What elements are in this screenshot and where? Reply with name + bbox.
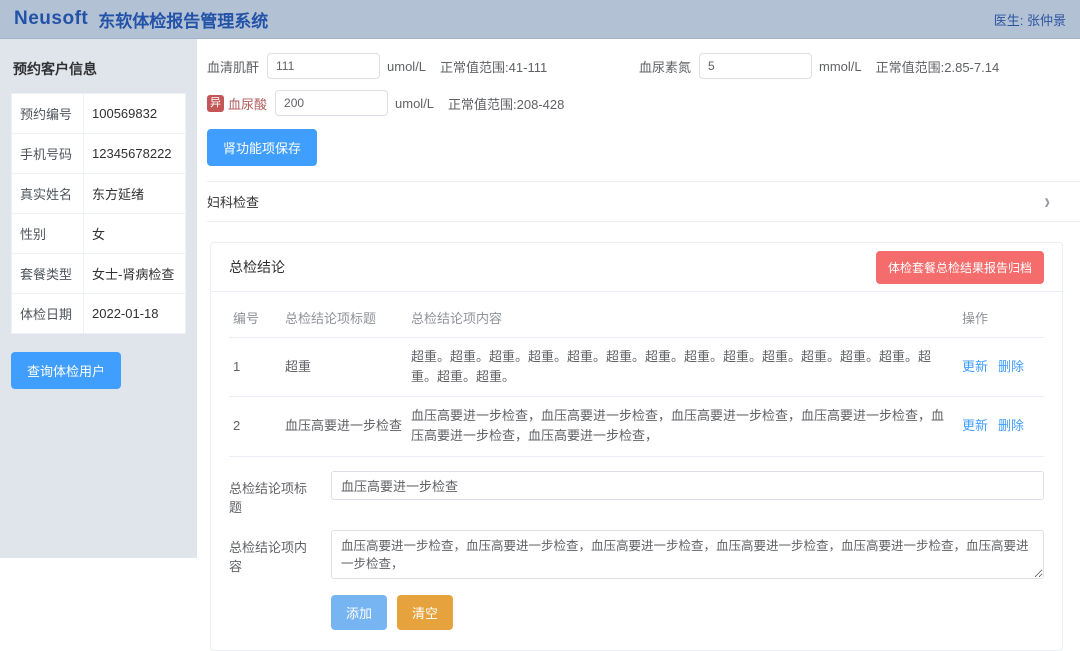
table-row: 预约编号 100569832 [12, 94, 186, 134]
lab-label: 血清肌酐 [207, 57, 259, 76]
app-title: 东软体检报告管理系统 [98, 7, 268, 32]
conclusion-item-title: 血压高要进一步检查 [281, 397, 407, 456]
field-label: 预约编号 [12, 94, 84, 134]
content-area: 预约客户信息 预约编号 100569832 手机号码 12345678222 真… [0, 39, 1080, 558]
gyn-exam-collapse-header[interactable]: 妇科检查 › [207, 181, 1080, 222]
field-label: 性别 [12, 214, 84, 254]
kidney-lab-section: 血清肌酐 umol/L 正常值范围:41-111 血尿素氮 mmol/L 正常值… [207, 53, 1080, 116]
brand-logo: Neusoft [14, 8, 88, 30]
lab-item-blood-uric-acid: 异 血尿酸 umol/L 正常值范围:208-428 [207, 90, 639, 116]
update-link[interactable]: 更新 [962, 418, 988, 433]
sidebar-title: 预约客户信息 [13, 59, 186, 79]
conclusion-title-input[interactable] [331, 471, 1044, 500]
lab-item-serum-creatinine: 血清肌酐 umol/L 正常值范围:41-111 [207, 53, 639, 79]
doctor-label: 医生: 张仲景 [994, 10, 1066, 29]
table-row: 手机号码 12345678222 [12, 134, 186, 174]
sidebar: 预约客户信息 预约编号 100569832 手机号码 12345678222 真… [0, 39, 197, 558]
field-value: 女 [84, 214, 186, 254]
row-number: 1 [229, 338, 281, 397]
conclusion-title: 总检结论 [229, 257, 285, 277]
column-header: 编号 [229, 298, 281, 338]
table-row: 1 超重 超重。超重。超重。超重。超重。超重。超重。超重。超重。超重。超重。超重… [229, 338, 1044, 397]
conclusion-content-textarea[interactable]: 血压高要进一步检查，血压高要进一步检查，血压高要进一步检查，血压高要进一步检查，… [331, 530, 1044, 579]
lab-unit: umol/L [387, 59, 426, 74]
table-row: 2 血压高要进一步检查 血压高要进一步检查，血压高要进一步检查，血压高要进一步检… [229, 397, 1044, 456]
field-value: 女士-肾病检查 [84, 254, 186, 294]
blood-uric-acid-input[interactable] [275, 90, 388, 116]
table-row: 性别 女 [12, 214, 186, 254]
brand: Neusoft 东软体检报告管理系统 [14, 7, 268, 32]
field-label: 体检日期 [12, 294, 84, 334]
delete-link[interactable]: 删除 [998, 418, 1024, 433]
gyn-exam-title: 妇科检查 [207, 192, 259, 211]
conclusion-item-title: 超重 [281, 338, 407, 397]
field-label: 手机号码 [12, 134, 84, 174]
lab-normal-range: 正常值范围:2.85-7.14 [876, 57, 1000, 76]
lab-label: 血尿素氮 [639, 57, 691, 76]
blood-urea-nitrogen-input[interactable] [699, 53, 812, 79]
field-value: 100569832 [84, 94, 186, 134]
main-content: 血清肌酐 umol/L 正常值范围:41-111 血尿素氮 mmol/L 正常值… [197, 39, 1080, 558]
top-header: Neusoft 东软体检报告管理系统 医生: 张仲景 [0, 0, 1080, 39]
conclusion-item-content: 血压高要进一步检查，血压高要进一步检查，血压高要进一步检查，血压高要进一步检查，… [407, 397, 958, 456]
table-header-row: 编号 总检结论项标题 总检结论项内容 操作 [229, 298, 1044, 338]
row-number: 2 [229, 397, 281, 456]
chevron-right-icon: › [1044, 190, 1050, 212]
table-row: 套餐类型 女士-肾病检查 [12, 254, 186, 294]
save-kidney-function-button[interactable]: 肾功能项保存 [207, 129, 317, 166]
field-label: 套餐类型 [12, 254, 84, 294]
field-value: 12345678222 [84, 134, 186, 174]
lab-label: 血尿酸 [228, 94, 267, 113]
update-link[interactable]: 更新 [962, 359, 988, 374]
table-row: 真实姓名 东方延绪 [12, 174, 186, 214]
conclusion-card-header: 总检结论 体检套餐总检结果报告归档 [211, 243, 1062, 292]
app-root: Neusoft 东软体检报告管理系统 医生: 张仲景 预约客户信息 预约编号 1… [0, 0, 1080, 558]
lab-normal-range: 正常值范围:208-428 [448, 94, 564, 113]
clear-conclusion-button[interactable]: 清空 [397, 595, 453, 630]
conclusion-content-label: 总检结论项内容 [229, 530, 317, 575]
lab-item-blood-urea-nitrogen: 血尿素氮 mmol/L 正常值范围:2.85-7.14 [639, 53, 1060, 79]
field-value: 东方延绪 [84, 174, 186, 214]
column-header: 操作 [958, 298, 1044, 338]
column-header: 总检结论项内容 [407, 298, 958, 338]
conclusion-card: 总检结论 体检套餐总检结果报告归档 编号 总检结论项标题 总检结论项内容 操作 [210, 242, 1063, 651]
column-header: 总检结论项标题 [281, 298, 407, 338]
query-user-button[interactable]: 查询体检用户 [11, 352, 121, 389]
lab-normal-range: 正常值范围:41-111 [440, 57, 547, 76]
conclusion-table: 编号 总检结论项标题 总检结论项内容 操作 1 超重 超重。超重。超重。超重。超… [229, 298, 1044, 457]
field-value: 2022-01-18 [84, 294, 186, 334]
lab-unit: umol/L [395, 96, 434, 111]
serum-creatinine-input[interactable] [267, 53, 380, 79]
conclusion-item-content: 超重。超重。超重。超重。超重。超重。超重。超重。超重。超重。超重。超重。超重。超… [407, 338, 958, 397]
abnormal-badge: 异 [207, 95, 224, 112]
lab-unit: mmol/L [819, 59, 862, 74]
customer-info-table: 预约编号 100569832 手机号码 12345678222 真实姓名 东方延… [11, 93, 186, 334]
field-label: 真实姓名 [12, 174, 84, 214]
table-row: 体检日期 2022-01-18 [12, 294, 186, 334]
conclusion-title-label: 总检结论项标题 [229, 471, 317, 516]
add-conclusion-button[interactable]: 添加 [331, 595, 387, 630]
archive-report-button[interactable]: 体检套餐总检结果报告归档 [876, 251, 1044, 284]
delete-link[interactable]: 删除 [998, 359, 1024, 374]
